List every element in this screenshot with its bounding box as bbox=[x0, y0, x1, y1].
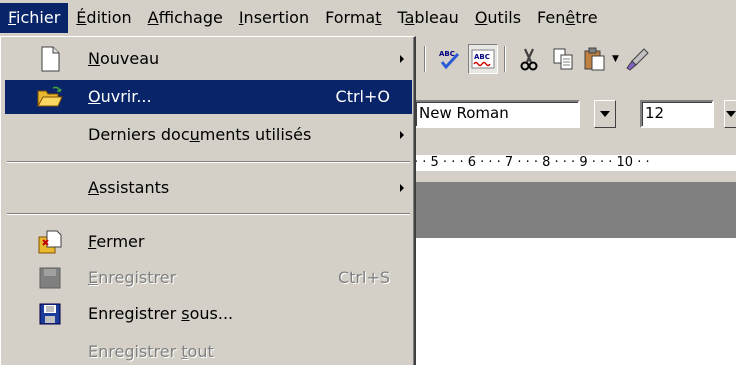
document-background bbox=[414, 182, 736, 238]
menu-label-prefix: Fen bbox=[537, 8, 566, 27]
menu-accelerator: a bbox=[404, 8, 415, 27]
menu-separator bbox=[7, 161, 410, 163]
menu-fichier[interactable]: Fichier bbox=[0, 3, 69, 33]
file-menu-dropdown: Nouveau Ouvrir... Ctrl+O Derniers docume… bbox=[0, 36, 416, 365]
menu-item-ouvrir[interactable]: Ouvrir... Ctrl+O bbox=[5, 80, 412, 114]
document-page[interactable] bbox=[414, 238, 736, 365]
menu-separator bbox=[7, 213, 410, 215]
menu-label-suffix: utils bbox=[487, 8, 522, 27]
menu-item-shortcut: Ctrl+O bbox=[335, 87, 390, 106]
new-document-icon bbox=[37, 46, 63, 72]
menu-edition[interactable]: Édition bbox=[68, 3, 139, 33]
menu-item-label: Derniers documents utilisés bbox=[88, 125, 312, 144]
menu-label-suffix: nsertion bbox=[243, 8, 310, 27]
font-size-dropdown-icon[interactable] bbox=[724, 100, 736, 128]
menu-item-enregistrer-sous[interactable]: Enregistrer sous... bbox=[5, 297, 412, 331]
menu-label-suffix: ichier bbox=[16, 8, 61, 27]
open-folder-icon bbox=[37, 84, 63, 110]
toolbar-separator bbox=[424, 46, 426, 72]
cut-icon[interactable] bbox=[514, 44, 544, 74]
submenu-arrow-icon bbox=[400, 131, 404, 139]
paste-icon[interactable] bbox=[580, 44, 610, 74]
ruler-scale: · · 5 · · · 6 · · · 7 · · · 8 · · · 9 · … bbox=[414, 155, 736, 171]
svg-text:ABC: ABC bbox=[474, 53, 490, 61]
copy-icon[interactable] bbox=[548, 44, 578, 74]
font-name-dropdown-icon[interactable] bbox=[594, 100, 616, 128]
menu-accelerator: O bbox=[474, 8, 488, 27]
save-as-icon bbox=[37, 301, 63, 327]
submenu-arrow-icon bbox=[400, 184, 404, 192]
menu-item-label: Enregistrer tout bbox=[88, 342, 214, 361]
menu-item-enregistrer[interactable]: Enregistrer Ctrl+S bbox=[5, 261, 412, 295]
font-size-combo[interactable]: 12 bbox=[640, 100, 714, 128]
menu-outils[interactable]: Outils bbox=[467, 3, 529, 33]
menu-tableau[interactable]: Tableau bbox=[389, 3, 466, 33]
save-icon bbox=[37, 265, 63, 291]
menu-item-shortcut: Ctrl+S bbox=[337, 268, 390, 287]
spellcheck-icon[interactable]: ABC bbox=[434, 44, 464, 74]
auto-spellcheck-icon[interactable]: ABC bbox=[468, 44, 498, 74]
font-name-combo[interactable]: New Roman bbox=[414, 100, 580, 128]
menu-label-prefix: T bbox=[397, 8, 405, 27]
submenu-arrow-icon bbox=[400, 55, 404, 63]
toolbar-separator bbox=[504, 46, 506, 72]
close-document-icon bbox=[37, 229, 63, 255]
menu-accelerator: t bbox=[375, 8, 382, 27]
paste-dropdown-arrow-icon[interactable]: ▼ bbox=[612, 54, 619, 64]
menu-accelerator: A bbox=[147, 8, 159, 27]
menu-bar: Fichier Édition Affichage Insertion Form… bbox=[0, 0, 736, 36]
menu-item-label: Assistants bbox=[88, 178, 170, 197]
formatting-toolbar: New Roman 12 bbox=[414, 82, 736, 144]
menu-accelerator: ê bbox=[565, 8, 576, 27]
menu-format[interactable]: Format bbox=[317, 3, 389, 33]
menu-label-suffix: dition bbox=[86, 8, 132, 27]
format-paintbrush-icon[interactable] bbox=[622, 44, 652, 74]
menu-label-prefix: Forma bbox=[325, 8, 376, 27]
menu-item-label: Fermer bbox=[88, 232, 145, 251]
menu-item-label: Enregistrer bbox=[88, 268, 177, 287]
menu-label-suffix: bleau bbox=[414, 8, 459, 27]
menu-item-assistants[interactable]: Assistants bbox=[5, 171, 412, 205]
menu-item-derniers-documents[interactable]: Derniers documents utilisés bbox=[5, 118, 412, 152]
menu-item-label: Ouvrir... bbox=[88, 87, 152, 106]
menu-insertion[interactable]: Insertion bbox=[231, 3, 317, 33]
menu-item-enregistrer-tout[interactable]: Enregistrer tout bbox=[5, 335, 412, 365]
menu-item-nouveau[interactable]: Nouveau bbox=[5, 42, 412, 76]
menu-label-suffix: tre bbox=[575, 8, 598, 27]
standard-toolbar: ABC ABC ▼ bbox=[414, 38, 736, 80]
menu-item-label: Nouveau bbox=[88, 49, 160, 68]
menu-accelerator: É bbox=[76, 8, 87, 27]
menu-affichage[interactable]: Affichage bbox=[140, 3, 231, 33]
menu-item-label: Enregistrer sous... bbox=[88, 304, 234, 323]
menu-item-fermer[interactable]: Fermer bbox=[5, 225, 412, 259]
horizontal-ruler[interactable]: · · 5 · · · 6 · · · 7 · · · 8 · · · 9 · … bbox=[414, 146, 736, 180]
menu-accelerator: F bbox=[8, 8, 17, 27]
menu-fenetre[interactable]: Fenêtre bbox=[529, 3, 606, 33]
svg-text:ABC: ABC bbox=[439, 50, 455, 58]
menu-label-suffix: ffichage bbox=[158, 8, 223, 27]
